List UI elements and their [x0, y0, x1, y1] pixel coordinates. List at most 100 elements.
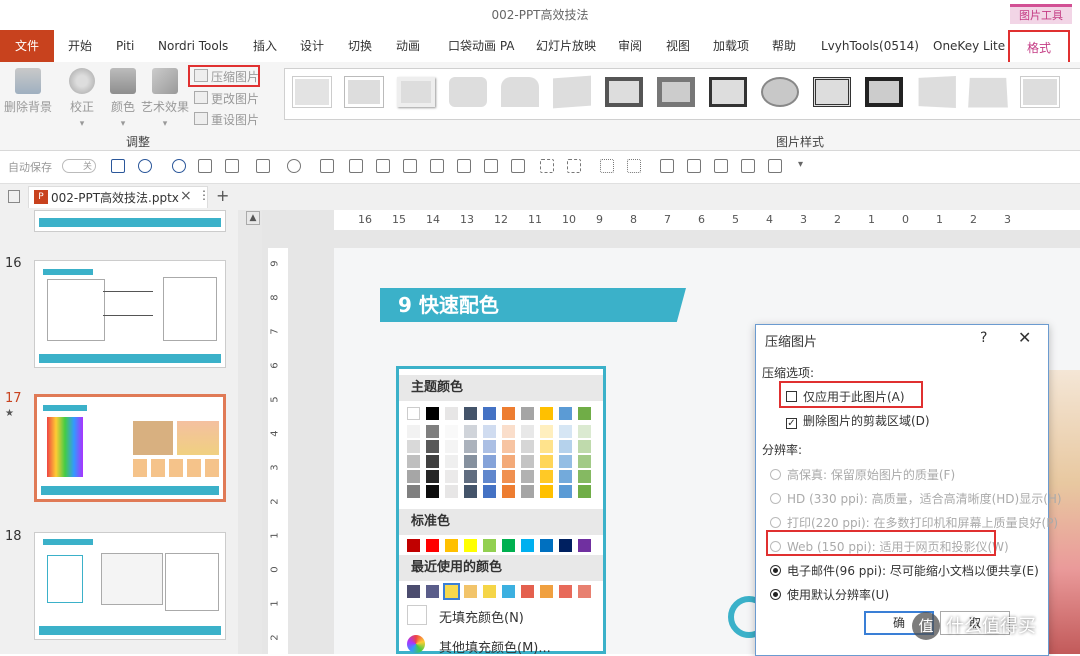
align-top-icon[interactable] [403, 159, 417, 173]
theme-shade-swatch[interactable] [578, 470, 591, 483]
more-fill-colors-option[interactable]: 其他填充颜色(M)... [439, 637, 551, 656]
theme-color-swatch[interactable] [407, 407, 420, 420]
theme-shade-swatch[interactable] [426, 485, 439, 498]
scroll-up-icon[interactable]: ▲ [246, 211, 260, 225]
recent-color-swatch[interactable] [521, 585, 534, 598]
tab-format[interactable]: 格式 [1008, 30, 1070, 64]
tab-transitions[interactable]: 切换 [348, 30, 372, 62]
theme-shade-swatch[interactable] [521, 455, 534, 468]
tab-addins[interactable]: 加载项 [713, 30, 749, 62]
recent-color-swatch[interactable] [464, 585, 477, 598]
theme-color-swatch[interactable] [559, 407, 572, 420]
theme-shade-swatch[interactable] [426, 440, 439, 453]
distribute-h-icon[interactable] [484, 159, 498, 173]
no-fill-option[interactable]: 无填充颜色(N) [439, 607, 524, 626]
send-backward-icon[interactable] [687, 159, 701, 173]
tab-help[interactable]: 帮助 [772, 30, 796, 62]
send-back-icon[interactable] [741, 159, 755, 173]
picture-style-thumb[interactable] [397, 77, 435, 107]
autosave-toggle[interactable]: 关 [62, 159, 96, 173]
recent-color-swatch[interactable] [426, 585, 439, 598]
theme-shade-swatch[interactable] [521, 485, 534, 498]
art-effects-button[interactable]: 艺术效果 ▾ [140, 68, 190, 129]
tab-lvyhtools[interactable]: LvyhTools(0514) [821, 30, 919, 62]
tab-review[interactable]: 审阅 [618, 30, 642, 62]
help-icon[interactable]: ? [980, 330, 987, 346]
theme-shade-swatch[interactable] [464, 485, 477, 498]
align-left-icon[interactable] [320, 159, 334, 173]
tab-pocket-animation[interactable]: 口袋动画 PA [448, 30, 515, 62]
picture-style-thumb[interactable] [553, 75, 591, 109]
change-picture-button[interactable]: 更改图片 [194, 90, 259, 107]
standard-color-swatch[interactable] [540, 539, 553, 552]
remove-background-button[interactable]: 删除背景 [4, 68, 52, 115]
resolution-hd-radio[interactable]: HD (330 ppi): 高质量，适合高清晰度(HD)显示(H) [770, 490, 1062, 507]
picture-style-thumb[interactable] [968, 77, 1008, 108]
theme-shade-swatch[interactable] [578, 485, 591, 498]
picture-style-thumb[interactable] [345, 77, 383, 107]
distribute-v-icon[interactable] [511, 159, 525, 173]
tab-insert[interactable]: 插入 [253, 30, 277, 62]
tab-slideshow[interactable]: 幻灯片放映 [536, 30, 596, 62]
select-icon[interactable] [600, 159, 614, 173]
tab-file[interactable]: 文件 [0, 30, 54, 62]
tab-animations[interactable]: 动画 [396, 30, 420, 62]
theme-shade-swatch[interactable] [426, 455, 439, 468]
theme-color-swatch[interactable] [578, 407, 591, 420]
picture-style-thumb[interactable] [865, 77, 903, 107]
resolution-email-radio[interactable]: 电子邮件(96 ppi): 尽可能缩小文档以便共享(E) [770, 562, 1039, 579]
theme-shade-swatch[interactable] [445, 470, 458, 483]
theme-shade-swatch[interactable] [464, 470, 477, 483]
redo-icon[interactable] [172, 159, 186, 173]
theme-shade-swatch[interactable] [464, 425, 477, 438]
slide-thumbnail-17[interactable] [34, 394, 226, 502]
theme-shade-swatch[interactable] [407, 470, 420, 483]
tab-home[interactable]: 开始 [68, 30, 92, 62]
theme-color-swatch[interactable] [540, 407, 553, 420]
outline-icon[interactable] [287, 159, 301, 173]
recent-color-swatch[interactable] [540, 585, 553, 598]
picture-style-thumb[interactable] [501, 77, 539, 107]
theme-shade-swatch[interactable] [540, 485, 553, 498]
theme-shade-swatch[interactable] [559, 425, 572, 438]
theme-shade-swatch[interactable] [540, 440, 553, 453]
theme-color-swatch[interactable] [502, 407, 515, 420]
picture-style-thumb[interactable] [449, 77, 487, 107]
picture-style-thumb[interactable] [1021, 77, 1059, 107]
theme-shade-swatch[interactable] [578, 440, 591, 453]
theme-color-swatch[interactable] [521, 407, 534, 420]
theme-shade-swatch[interactable] [445, 425, 458, 438]
theme-shade-swatch[interactable] [502, 440, 515, 453]
theme-shade-swatch[interactable] [559, 440, 572, 453]
format-painter-icon[interactable] [198, 159, 212, 173]
theme-shade-swatch[interactable] [559, 470, 572, 483]
standard-color-swatch[interactable] [559, 539, 572, 552]
resolution-hifi-radio[interactable]: 高保真: 保留原始图片的质量(F) [770, 466, 955, 483]
theme-shade-swatch[interactable] [426, 470, 439, 483]
picture-style-thumb[interactable] [761, 77, 799, 107]
slide-thumbnail[interactable] [34, 210, 226, 232]
align-center-icon[interactable] [349, 159, 363, 173]
resolution-print-radio[interactable]: 打印(220 ppi): 在多数打印机和屏幕上质量良好(P) [770, 514, 1058, 531]
standard-color-swatch[interactable] [578, 539, 591, 552]
align-bottom-icon[interactable] [457, 159, 471, 173]
tab-view[interactable]: 视图 [666, 30, 690, 62]
theme-shade-swatch[interactable] [426, 425, 439, 438]
standard-color-swatch[interactable] [407, 539, 420, 552]
theme-shade-swatch[interactable] [464, 455, 477, 468]
recent-color-swatch[interactable] [578, 585, 591, 598]
correct-button[interactable]: 校正 ▾ [64, 68, 100, 129]
standard-color-swatch[interactable] [426, 539, 439, 552]
picture-style-thumb[interactable] [918, 75, 956, 109]
theme-color-swatch[interactable] [464, 407, 477, 420]
theme-shade-swatch[interactable] [483, 455, 496, 468]
theme-color-swatch[interactable] [483, 407, 496, 420]
standard-color-swatch[interactable] [521, 539, 534, 552]
recent-color-swatch[interactable] [559, 585, 572, 598]
file-list-icon[interactable] [8, 190, 20, 203]
picture-style-thumb[interactable] [813, 77, 851, 107]
picture-style-thumb[interactable] [657, 77, 695, 107]
save-icon[interactable] [111, 159, 125, 173]
theme-color-swatch[interactable] [426, 407, 439, 420]
fill-icon[interactable] [256, 159, 270, 173]
